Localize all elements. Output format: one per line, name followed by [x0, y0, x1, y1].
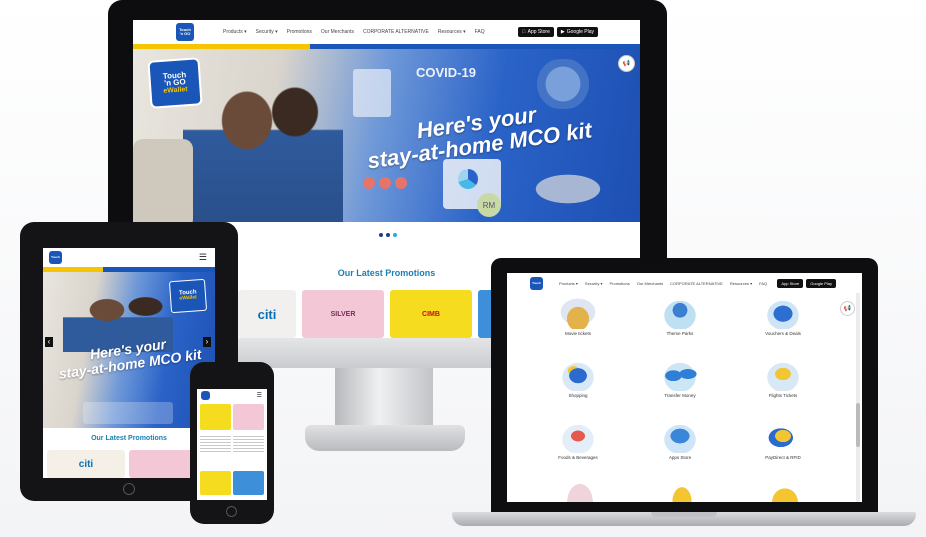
- tablet-hero-icons: [83, 402, 173, 424]
- service-label: Theme Parks: [666, 331, 694, 336]
- nav-faq[interactable]: FAQ: [475, 29, 485, 35]
- service-tile-6[interactable]: Flights Tickets: [751, 357, 815, 398]
- phone-home-button[interactable]: [226, 506, 237, 517]
- service-label: Apps Store: [668, 455, 692, 460]
- tablet-top-nav: Touch ☰: [43, 248, 215, 267]
- service-tile-1[interactable]: Movie tickets: [546, 295, 610, 336]
- flight-icon: [761, 357, 805, 391]
- hero-tng-logo: Touch'n GO eWallet: [147, 57, 203, 109]
- phone-hamburger-icon[interactable]: ☰: [257, 392, 262, 399]
- service-label: Transfer Money: [664, 393, 696, 398]
- service-label: Movie tickets: [564, 331, 591, 336]
- laptop-notch: [651, 512, 717, 517]
- nav-security[interactable]: Security ▾: [256, 29, 278, 35]
- desktop-monitor-stand-foot: [305, 425, 465, 451]
- phone-screen: ☰: [197, 389, 267, 500]
- nav-merchants[interactable]: Our Merchants: [321, 29, 354, 35]
- announcement-badge[interactable]: 📢: [618, 55, 635, 72]
- service-label: PayDirect & RFID: [765, 455, 801, 460]
- phone-tng-logo[interactable]: [201, 391, 210, 400]
- phone-promo-card-1[interactable]: [200, 404, 231, 430]
- ticket-icon: [556, 295, 600, 329]
- hero-pie-icon: [458, 169, 478, 189]
- nav-promotions[interactable]: Promotions: [287, 29, 312, 35]
- laptop-app-store-button[interactable]: App Store: [777, 278, 804, 288]
- laptop-top-nav: Touch Products ▾ Security ▾ Promotions O…: [507, 273, 862, 293]
- service-label: Foods & Beverages: [558, 455, 598, 460]
- shopping-icon: [556, 357, 600, 391]
- laptop-nav-promotions[interactable]: Promotions: [609, 281, 629, 286]
- park-icon: [658, 295, 702, 329]
- google-play-button[interactable]: ▶ Google Play: [556, 27, 598, 37]
- laptop-tng-logo[interactable]: Touch: [530, 276, 543, 290]
- transfer-icon: [658, 357, 702, 391]
- tablet-prev-arrow[interactable]: ‹: [45, 337, 53, 347]
- hero-banner[interactable]: Touch'n GO eWallet COVID-19 RM Here's you…: [133, 49, 640, 222]
- carousel-dot-2[interactable]: [386, 233, 390, 237]
- laptop-announcement-badge[interactable]: 📢: [840, 301, 855, 316]
- desktop-top-nav: Touch'n GO Products ▾ Security ▾ Promoti…: [133, 20, 640, 44]
- service-tile-8[interactable]: Apps Store: [648, 419, 712, 460]
- voucher-icon: [761, 295, 805, 329]
- service-label: Shopping: [568, 393, 588, 398]
- hamburger-menu-icon[interactable]: ☰: [199, 252, 207, 263]
- tablet-home-button[interactable]: [123, 483, 135, 495]
- promo-card-3[interactable]: CIMB: [390, 290, 472, 338]
- service-label: Flights Tickets: [768, 393, 798, 398]
- service-label: Vouchers & Deals: [765, 331, 801, 336]
- sofa-shape: [133, 139, 193, 222]
- service-tile-7[interactable]: Foods & Beverages: [546, 419, 610, 460]
- promo-card-2[interactable]: SILVER: [302, 290, 384, 338]
- promo-card-1[interactable]: citi: [238, 290, 296, 338]
- laptop-scrollbar-thumb[interactable]: [856, 403, 860, 447]
- phone-promo-card-3[interactable]: [200, 471, 231, 495]
- app-store-button[interactable]: App Store: [517, 27, 554, 37]
- laptop-screen: Touch Products ▾ Security ▾ Promotions O…: [507, 273, 862, 502]
- laptop-nav-merchants[interactable]: Our Merchants: [637, 281, 663, 286]
- laptop-nav-security[interactable]: Security ▾: [585, 281, 603, 286]
- laptop-nav-resources[interactable]: Resources ▾: [730, 281, 752, 286]
- service-tile-2[interactable]: Theme Parks: [648, 295, 712, 336]
- nav-resources[interactable]: Resources ▾: [438, 29, 466, 35]
- hero-document-icon: [353, 69, 391, 117]
- carousel-dot-3[interactable]: [393, 233, 397, 237]
- phone-promo-text-2: [233, 434, 264, 452]
- phone-promo-card-2[interactable]: [233, 404, 264, 430]
- phone-promo-card-4[interactable]: [233, 471, 264, 495]
- service-tile-5[interactable]: Transfer Money: [648, 357, 712, 398]
- service-tile-partial-2[interactable]: [667, 479, 697, 502]
- play-icon: ▶: [560, 29, 565, 35]
- nav-corporate[interactable]: CORPORATE ALTERNATIVE: [363, 29, 429, 35]
- service-tile-9[interactable]: PayDirect & RFID: [751, 419, 815, 460]
- laptop-scrollbar[interactable]: [856, 293, 860, 502]
- tablet-next-arrow[interactable]: ›: [203, 337, 211, 347]
- nav-products[interactable]: Products ▾: [223, 29, 247, 35]
- food-icon: [556, 419, 600, 453]
- tablet-hero-logo: Touch eWallet: [168, 278, 208, 314]
- apple-icon: : [522, 29, 526, 35]
- tng-logo[interactable]: Touch'n GO: [176, 23, 194, 41]
- rfid-icon: [761, 419, 805, 453]
- service-tile-3[interactable]: Vouchers & Deals: [751, 295, 815, 336]
- carousel-dot-1[interactable]: [379, 233, 383, 237]
- laptop-nav-products[interactable]: Products ▾: [559, 281, 578, 286]
- service-tile-partial-3[interactable]: [767, 483, 803, 502]
- service-tile-4[interactable]: Shopping: [546, 357, 610, 398]
- apps-icon: [658, 419, 702, 453]
- phone-promo-text-1: [200, 434, 231, 452]
- phone-top-nav: ☰: [197, 389, 267, 402]
- hero-covid-label: COVID-19: [416, 65, 476, 80]
- laptop-nav-faq[interactable]: FAQ: [759, 281, 767, 286]
- hero-shoes-icon: [523, 169, 613, 209]
- laptop-google-play-button[interactable]: Google Play: [806, 278, 836, 288]
- service-tile-partial-1[interactable]: [565, 481, 595, 502]
- hero-carousel-dots: [379, 233, 397, 237]
- hero-rm-coin-icon: RM: [477, 193, 501, 217]
- desktop-monitor-stand-neck: [335, 368, 433, 428]
- tablet-promo-card-1[interactable]: citi: [47, 450, 125, 478]
- laptop-nav-corporate[interactable]: CORPORATE ALTERNATIVE: [670, 281, 723, 286]
- tablet-tng-logo[interactable]: Touch: [49, 251, 62, 264]
- hero-family-photo: [183, 61, 343, 222]
- hero-red-icons-row: [363, 177, 433, 191]
